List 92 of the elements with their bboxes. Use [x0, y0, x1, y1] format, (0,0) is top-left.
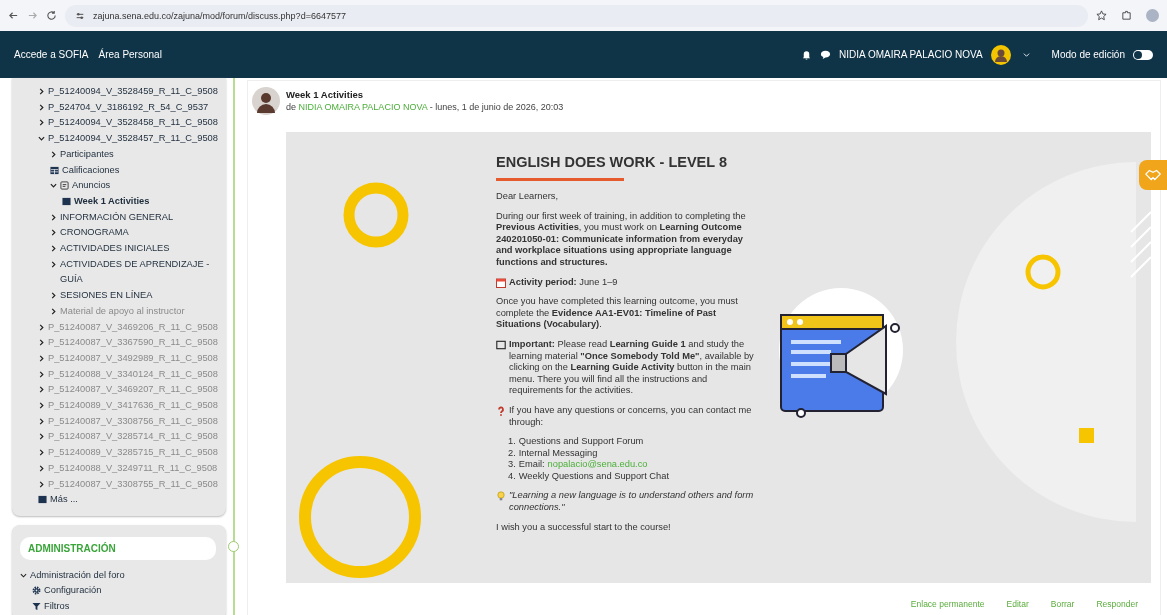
chevron-right-icon[interactable]	[38, 464, 45, 472]
list-item: Questions and Support Forum	[518, 436, 644, 448]
back-icon[interactable]	[8, 10, 19, 21]
course-link[interactable]: P_51240094_V_3528458_R_11_C_9508	[48, 115, 218, 132]
administration-heading: ADMINISTRACIÓN	[20, 537, 216, 560]
paragraph: If you have any questions or concerns, you can contact me through:	[509, 404, 753, 429]
section-link[interactable]: ACTIVIDADES INICIALES	[60, 241, 170, 257]
list-number: 2.	[508, 447, 516, 460]
course-link[interactable]: P_51240094_V_3528457_R_11_C_9508	[48, 131, 218, 147]
paragraph: Important: Please read Learning Guide 1 and study the learning material "Once Somebody Told Me", available by clicking on the Learning Guide Activity button in the main menu. There you will find all the instructions and requirements for the activities.	[509, 338, 755, 397]
chevron-right-icon[interactable]	[50, 260, 57, 268]
stripes-drawing	[1130, 211, 1151, 278]
table-icon	[50, 165, 59, 175]
paragraph: Once you have completed this learning outcome, you must complete the Evidence AA1-EV01: Timeline of Past Situations (Vocabulary).	[496, 296, 739, 331]
user-avatar[interactable]	[990, 44, 1011, 65]
list-number: 4.	[508, 470, 516, 483]
ring-drawing	[343, 182, 409, 248]
chevron-right-icon[interactable]	[38, 88, 45, 95]
chevron-right-icon[interactable]	[38, 386, 45, 394]
grades-link[interactable]: Calificaciones	[62, 162, 120, 179]
square-drawing	[1079, 428, 1094, 443]
section-link[interactable]: Participantes	[60, 146, 114, 163]
reload-icon[interactable]	[46, 10, 57, 21]
question-mark-icon	[496, 405, 506, 416]
forum-icon	[60, 181, 69, 191]
nav-link[interactable]: Área Personal	[98, 49, 162, 60]
section-link[interactable]: ACTIVIDADES DE APRENDIZAJE - GUÍA	[60, 256, 216, 289]
list-item: Weekly Questions and Support Chat	[518, 470, 669, 483]
chevron-right-icon[interactable]	[38, 480, 45, 488]
course-link[interactable]: P_524704_V_3186192_R_54_C_9537	[48, 99, 209, 116]
announcement-heading: ENGLISH DOES WORK - LEVEL 8	[496, 154, 728, 170]
list-number: 1.	[508, 436, 516, 448]
star-icon[interactable]	[1096, 10, 1107, 21]
chevron-down-icon[interactable]	[38, 135, 45, 143]
address-bar[interactable]: zajuna.sena.edu.co/zajuna/mod/forum/discuss.php?d=6647577	[65, 4, 1088, 27]
caret-icon[interactable]	[1022, 51, 1030, 58]
square-icon	[62, 196, 71, 206]
user-name[interactable]: NIDIA OMAIRA PALACIO NOVA	[839, 49, 983, 60]
ring-drawing	[1025, 254, 1061, 290]
quote: "Learning a new language is to understand others and form connections."	[509, 490, 755, 514]
filter-icon	[32, 602, 41, 611]
list-item: Internal Messaging	[518, 447, 598, 460]
chevron-right-icon[interactable]	[38, 119, 45, 127]
chevron-right-icon[interactable]	[38, 417, 45, 425]
chevron-right-icon[interactable]	[50, 229, 57, 237]
paragraph: Dear Learners,	[496, 191, 559, 203]
chat-bubble-icon[interactable]	[820, 49, 832, 60]
chevron-right-icon[interactable]	[50, 245, 57, 253]
post-byline: de NIDIA OMAIRA PALACIO NOVA - lunes, 1 de junio de 2026, 20:03	[286, 102, 564, 112]
chevron-right-icon[interactable]	[38, 433, 45, 441]
list-number: 3.	[508, 459, 516, 471]
post-link[interactable]: Week 1 Activities	[74, 193, 150, 210]
edit-mode-label: Modo de edición	[1051, 49, 1125, 60]
chevron-right-icon[interactable]	[38, 339, 45, 347]
chevron-right-icon[interactable]	[50, 307, 57, 315]
extensions-icon[interactable]	[1121, 10, 1132, 21]
paragraph: During our first week of training, in addition to completing the Previous Activities, you must work on Learning Outcome 240201050-01: Communicate information from everyday and workplace situations using appropriate language functions and structures.	[496, 210, 747, 269]
timeline-node	[228, 541, 239, 552]
author-avatar	[252, 87, 280, 115]
chevron-right-icon[interactable]	[50, 150, 57, 158]
paragraph: I wish you a successful start to the course!	[496, 521, 672, 534]
chevron-right-icon[interactable]	[38, 370, 45, 378]
chevron-right-icon[interactable]	[38, 449, 45, 457]
settings-icon	[32, 586, 41, 596]
notification-bell-icon[interactable]	[801, 49, 813, 60]
paragraph: Activity period: June 1–9	[509, 276, 618, 289]
more-link[interactable]: Más ...	[50, 492, 78, 508]
list-item: Email:	[518, 459, 545, 471]
course-link[interactable]: P_51240094_V_3528459_R_11_C_9508	[48, 84, 218, 100]
chevron-right-icon[interactable]	[50, 213, 57, 221]
section-link[interactable]: SESIONES EN LÍNEA	[60, 288, 153, 304]
admin-link[interactable]: Configuración	[44, 583, 102, 599]
chevron-right-icon[interactable]	[38, 354, 45, 362]
post-title: Week 1 Activities	[286, 89, 365, 100]
chevron-right-icon[interactable]	[50, 292, 57, 300]
admin-link[interactable]: Filtros	[44, 599, 70, 615]
admin-link[interactable]: Administración del foro	[30, 568, 125, 584]
chevron-right-icon[interactable]	[38, 323, 45, 331]
calendar-icon	[496, 277, 506, 288]
forum-link[interactable]: Anuncios	[72, 178, 111, 194]
checkbox-icon	[496, 339, 506, 350]
site-settings-icon[interactable]	[75, 10, 85, 21]
section-link[interactable]: CRONOGRAMA	[60, 225, 129, 242]
nav-link[interactable]: Accede a SOFIA	[14, 49, 89, 60]
chevron-down-icon[interactable]	[50, 182, 57, 190]
chevron-down-icon[interactable]	[20, 572, 27, 579]
section-link[interactable]: INFORMACIÓN GENERAL	[60, 209, 174, 226]
lightbulb-icon	[496, 491, 506, 502]
edit-mode-toggle[interactable]	[1133, 49, 1153, 60]
square-icon	[38, 495, 47, 505]
chevron-right-icon[interactable]	[38, 103, 45, 111]
chevron-right-icon[interactable]	[38, 402, 45, 410]
